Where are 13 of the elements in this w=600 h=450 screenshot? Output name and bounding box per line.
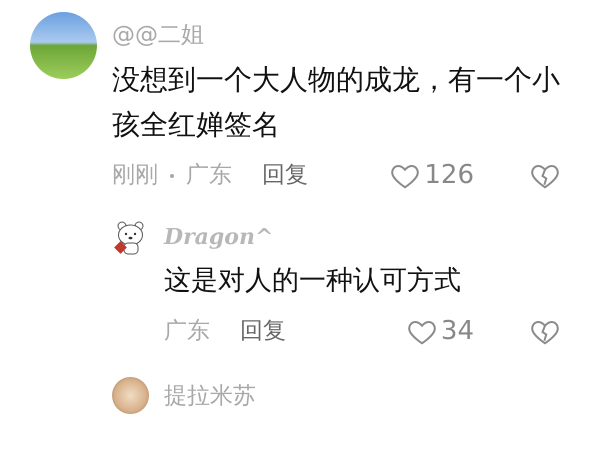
location: 广东 [164, 317, 210, 346]
username[interactable]: @@二姐 [112, 18, 560, 52]
username[interactable]: 提拉米苏 [164, 378, 560, 413]
timestamp: 刚刚 [112, 161, 158, 190]
like-button[interactable]: 34 [406, 312, 474, 351]
reply-link[interactable]: 回复 [262, 158, 308, 193]
reply-link[interactable]: 回复 [240, 314, 286, 349]
location: 广东 [186, 161, 232, 190]
comment-text: 这是对人的一种认可方式 [164, 264, 462, 298]
username[interactable]: Dragon^ [164, 220, 560, 254]
comment-text: 没想到一个大人物的成龙，有一个小孩全红婵签名 [112, 62, 560, 142]
like-button[interactable]: 126 [390, 156, 474, 195]
avatar-photo[interactable] [112, 376, 149, 414]
